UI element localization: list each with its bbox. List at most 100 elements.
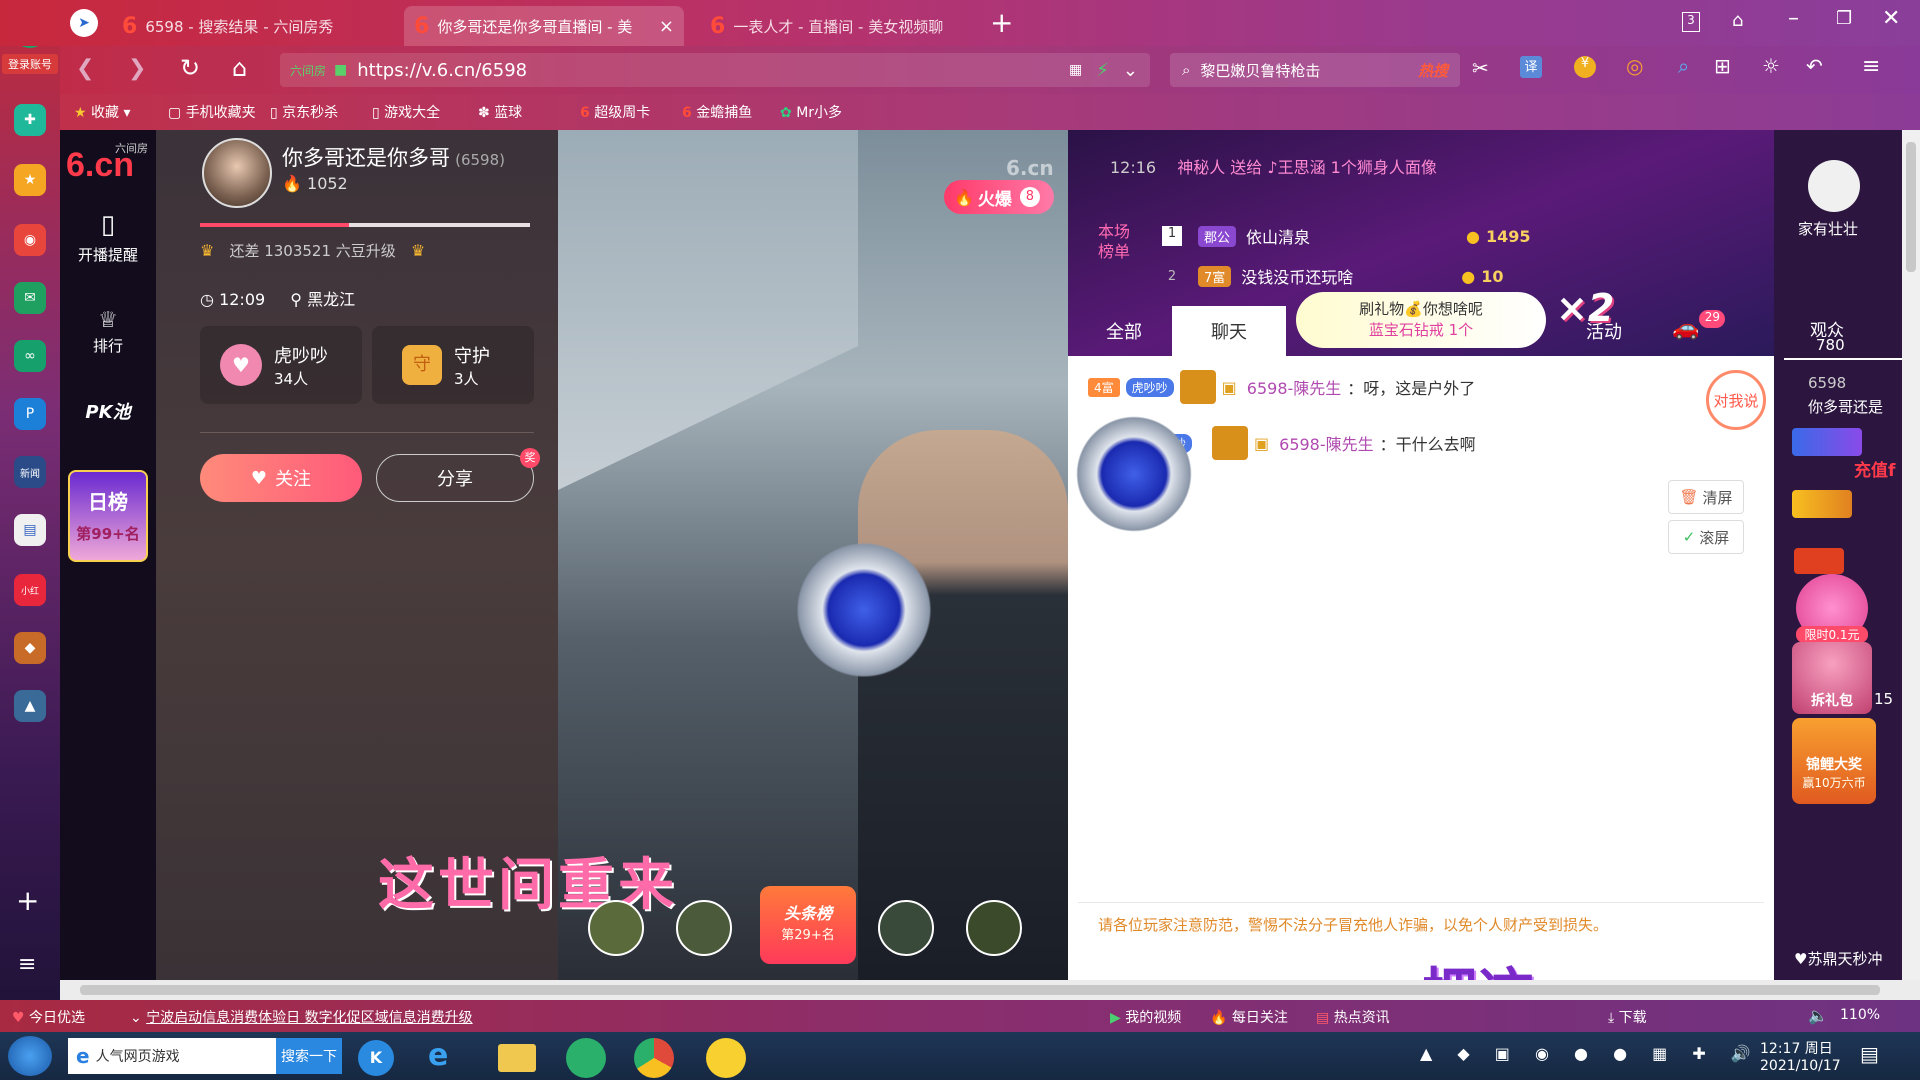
new-tab-button[interactable]: + <box>990 6 1013 39</box>
lottery-banner[interactable]: 锦鲤大奖 赢10万六币 <box>1792 718 1876 804</box>
bookmark-basketball[interactable]: ✽ 蓝球 <box>478 102 522 122</box>
speaker-icon[interactable]: 🔈 <box>1808 1006 1828 1025</box>
search-button[interactable]: 搜索一下 <box>276 1038 342 1074</box>
horizontal-scrollbar[interactable] <box>60 980 1920 1000</box>
pk-pool-button[interactable]: PK池 <box>74 398 142 424</box>
minimize-icon[interactable]: – <box>1788 6 1799 31</box>
tab-live-room[interactable]: 6 你多哥还是你多哥直播间 - 美 × <box>404 6 684 46</box>
translate-button[interactable]: 译 <box>1520 56 1542 78</box>
dock-menu-icon[interactable]: ≡ <box>18 952 36 977</box>
limited-offer[interactable]: 限时0.1元 <box>1796 574 1868 643</box>
home-icon[interactable]: ⌂ <box>232 54 247 82</box>
close-tab-icon[interactable]: × <box>649 16 674 37</box>
news-ticker[interactable]: ⌄ 宁波启动信息消费体验日 数字化促区域信息消费升级 <box>130 1007 473 1027</box>
clock-date[interactable]: 2021/10/17 <box>1760 1058 1841 1074</box>
fan-group-card[interactable]: ♥ 虎吵吵 34人 <box>200 326 362 404</box>
add-app-icon[interactable]: ✚ <box>14 104 46 136</box>
zoom-level[interactable]: 110% <box>1840 1007 1880 1023</box>
chrome-icon[interactable] <box>634 1038 674 1078</box>
scroll-thumb[interactable] <box>1906 142 1916 272</box>
tab-other-room[interactable]: 6 一表人才 - 直播间 - 美女视频聊 <box>700 6 980 46</box>
action-center-icon[interactable]: ▤ <box>1860 1042 1879 1066</box>
scroll-thumb[interactable] <box>80 985 1880 995</box>
tray-icons[interactable]: ▲ ◆ ▣ ◉ ● ● ▦ ✚ 🔊 <box>1420 1044 1761 1063</box>
castle-game-icon[interactable]: ▲ <box>14 690 46 722</box>
xiaohongshu-icon[interactable]: 小红 <box>14 574 46 606</box>
gamepad-icon[interactable]: ◎ <box>1626 54 1643 78</box>
scroll-screen-button[interactable]: ✓ 滚屏 <box>1668 520 1744 554</box>
menu-icon[interactable]: ≡ <box>1862 54 1880 79</box>
chat-message-1[interactable]: 4富 虎吵吵 ▣ 6598-陳先生 ：呀，这是户外了 <box>1088 370 1648 404</box>
clear-screen-button[interactable]: 🗑 清屏 <box>1668 480 1744 514</box>
bookmark-mr[interactable]: ✿ Mr小多 <box>780 102 842 122</box>
bookmark-weekly[interactable]: 6 超级周卡 <box>580 102 650 122</box>
bookmark-games[interactable]: ▯ 游戏大全 <box>372 102 440 122</box>
refresh-icon[interactable]: ↻ <box>180 54 200 82</box>
viewer-seat-2[interactable] <box>676 900 732 956</box>
address-input[interactable]: 六间房 ■ https://v.6.cn/6598 ▦ ⚡ ⌄ <box>280 53 1150 87</box>
tab-all[interactable]: 全部 <box>1076 306 1172 356</box>
host-avatar[interactable] <box>202 138 272 208</box>
weibo-icon[interactable]: ◉ <box>14 224 46 256</box>
back-icon[interactable]: ❮ <box>76 56 94 81</box>
follow-button[interactable]: ♥ 关注 <box>200 454 362 502</box>
hot-news-link[interactable]: ▤ 热点资讯 <box>1316 1007 1390 1027</box>
search-box[interactable]: ⌕ 黎巴嫩贝鲁特枪击 热搜 <box>1170 53 1460 87</box>
maximize-icon[interactable]: ❐ <box>1836 8 1852 29</box>
guard-card[interactable]: 守 守护 3人 <box>372 326 534 404</box>
today-pick[interactable]: ♥ 今日优选 <box>12 1007 85 1027</box>
car-icon[interactable]: 🚗 <box>1672 306 1699 356</box>
bookmark-jd[interactable]: ▯ 京东秒杀 <box>270 102 338 122</box>
bookmark-favorites[interactable]: ★ 收藏 ▾ <box>74 102 131 122</box>
tab-count-badge[interactable]: 3 <box>1682 12 1700 32</box>
skin-icon[interactable]: ⌂ <box>1732 10 1743 31</box>
coin-icon[interactable]: ¥ <box>1574 56 1596 78</box>
tab-chat[interactable]: 聊天 <box>1172 306 1286 356</box>
kugou-icon[interactable]: K <box>358 1040 394 1076</box>
folder-icon[interactable] <box>498 1044 536 1072</box>
game-icon[interactable]: ◆ <box>14 632 46 664</box>
qq-icon[interactable] <box>706 1038 746 1078</box>
browser-taskbar-icon[interactable] <box>566 1038 606 1078</box>
gift-pack-button[interactable]: 拆礼包 <box>1792 642 1872 714</box>
tab-activity[interactable]: 活动 <box>1556 306 1652 356</box>
talk-to-me-button[interactable]: 对我说 <box>1706 370 1766 430</box>
tab-search-results[interactable]: 6 6598 - 搜索结果 - 六间房秀 <box>112 6 397 46</box>
chat-message-2[interactable]: 吵 ▣ 6598-陳先生 ：干什么去啊 <box>1168 426 1648 460</box>
bookmark-fishing[interactable]: 6 金蟾捕鱼 <box>682 102 752 122</box>
viewer-seat-1[interactable] <box>588 900 644 956</box>
leaderboard-row-1[interactable]: 1 郡公 依山清泉 ● 1495 <box>1162 224 1662 248</box>
p-app-icon[interactable]: P <box>14 398 46 430</box>
magnifier-icon[interactable]: ⌕ <box>1678 54 1689 78</box>
viewer-seat-4[interactable] <box>966 900 1022 956</box>
apps-grid-icon[interactable]: ⊞ <box>1714 54 1731 78</box>
dock-add-icon[interactable]: + <box>16 884 39 917</box>
ie-browser-icon[interactable]: e <box>428 1038 448 1073</box>
hot-badge[interactable]: 🔥 火爆 8 <box>944 180 1054 214</box>
home-shortcut-icon[interactable]: ➤ <box>70 9 98 37</box>
chevron-down-icon[interactable]: ⌄ <box>1123 60 1138 81</box>
doc-icon[interactable]: ▤ <box>14 514 46 546</box>
link-icon[interactable]: ∞ <box>14 340 46 372</box>
close-window-icon[interactable]: ✕ <box>1882 6 1900 31</box>
download-link[interactable]: ⤓ 下载 <box>1608 1007 1647 1027</box>
viewer-seat-3[interactable] <box>878 900 934 956</box>
recharge-text[interactable]: 充值f <box>1854 456 1895 481</box>
lightning-icon[interactable]: ⚡ <box>1096 60 1109 81</box>
news-app-icon[interactable]: 新闻 <box>14 456 46 488</box>
daily-rank-badge[interactable]: 日榜 第99+名 <box>68 470 148 562</box>
headline-rank-badge[interactable]: 头条榜 第29+名 <box>760 886 856 964</box>
bookmark-mobile[interactable]: ▢ 手机收藏夹 <box>168 102 256 122</box>
favorites-icon[interactable]: ★ <box>14 164 46 196</box>
broadcast-remind-button[interactable]: ▯ 开播提醒 <box>60 210 156 265</box>
scissors-icon[interactable]: ✂ <box>1472 56 1489 80</box>
share-button[interactable]: 分享 <box>376 454 534 502</box>
live-video[interactable]: 6.cn 🔥 火爆 8 这世间重来 头条榜 第29+名 <box>378 130 1068 980</box>
forward-icon[interactable]: ❯ <box>128 56 146 81</box>
my-video-link[interactable]: ▶ 我的视频 <box>1110 1007 1181 1027</box>
daily-follow-link[interactable]: 🔥 每日关注 <box>1210 1007 1288 1027</box>
brightness-icon[interactable]: ☼ <box>1762 54 1780 78</box>
hot-search-badge[interactable]: 热搜 <box>1418 60 1448 81</box>
leaderboard-row-2[interactable]: 2 7富 没钱没币还玩啥 ● 10 <box>1162 264 1662 288</box>
clock-time[interactable]: 12:17 周日 <box>1760 1038 1833 1058</box>
